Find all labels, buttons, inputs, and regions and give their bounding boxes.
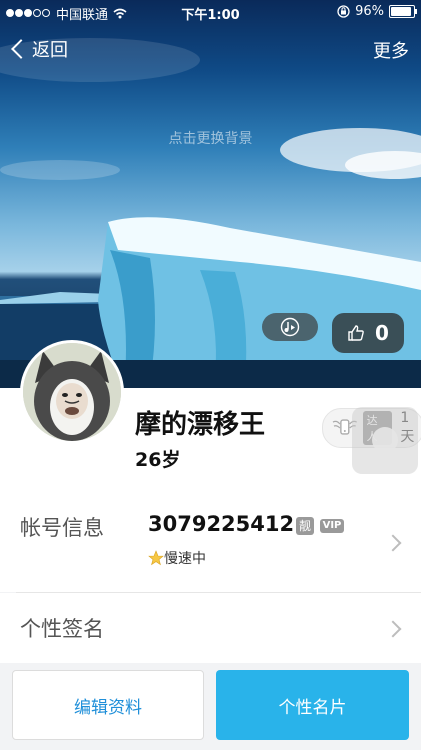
nickname: 摩的漂移王 bbox=[135, 410, 266, 440]
change-background-hint[interactable]: 点击更换背景 bbox=[0, 128, 421, 148]
signature-row[interactable]: 个性签名 bbox=[0, 593, 421, 663]
status-bar: 中国联通 下午1:00 96% bbox=[0, 0, 421, 24]
more-button[interactable]: 更多 bbox=[373, 37, 409, 63]
lock-rotation-icon bbox=[337, 5, 350, 18]
cover-background[interactable]: 中国联通 下午1:00 96% 返回 更多 点击更换背景 0 bbox=[0, 0, 421, 388]
liang-badge: 靓 bbox=[296, 517, 314, 535]
music-button[interactable] bbox=[262, 313, 318, 341]
edit-profile-button[interactable]: 编辑资料 bbox=[12, 670, 204, 740]
thumbs-up-icon bbox=[348, 325, 364, 341]
age: 26岁 bbox=[135, 449, 181, 471]
speed-status: 慢速中 bbox=[148, 548, 206, 568]
music-icon bbox=[280, 317, 300, 337]
assistive-touch-button[interactable] bbox=[352, 407, 418, 474]
signature-label: 个性签名 bbox=[20, 617, 104, 641]
avatar[interactable] bbox=[20, 340, 124, 444]
qq-number: 3079225412 bbox=[148, 512, 295, 536]
back-chevron-icon bbox=[11, 39, 31, 59]
like-button[interactable]: 0 bbox=[332, 313, 404, 353]
battery-percent: 96% bbox=[355, 4, 384, 19]
account-info-row[interactable]: 帐号信息 3079225412 bbox=[0, 492, 421, 592]
star-icon bbox=[148, 550, 164, 566]
account-info-label: 帐号信息 bbox=[20, 516, 104, 540]
back-button[interactable]: 返回 bbox=[10, 36, 68, 62]
husky-face-avatar-image bbox=[23, 343, 121, 441]
vip-badge: VIP bbox=[320, 519, 344, 533]
like-count: 0 bbox=[375, 321, 389, 345]
speed-status-label: 慢速中 bbox=[164, 551, 206, 567]
back-label: 返回 bbox=[32, 40, 68, 61]
battery-icon bbox=[389, 5, 417, 18]
personal-card-button[interactable]: 个性名片 bbox=[216, 670, 409, 740]
